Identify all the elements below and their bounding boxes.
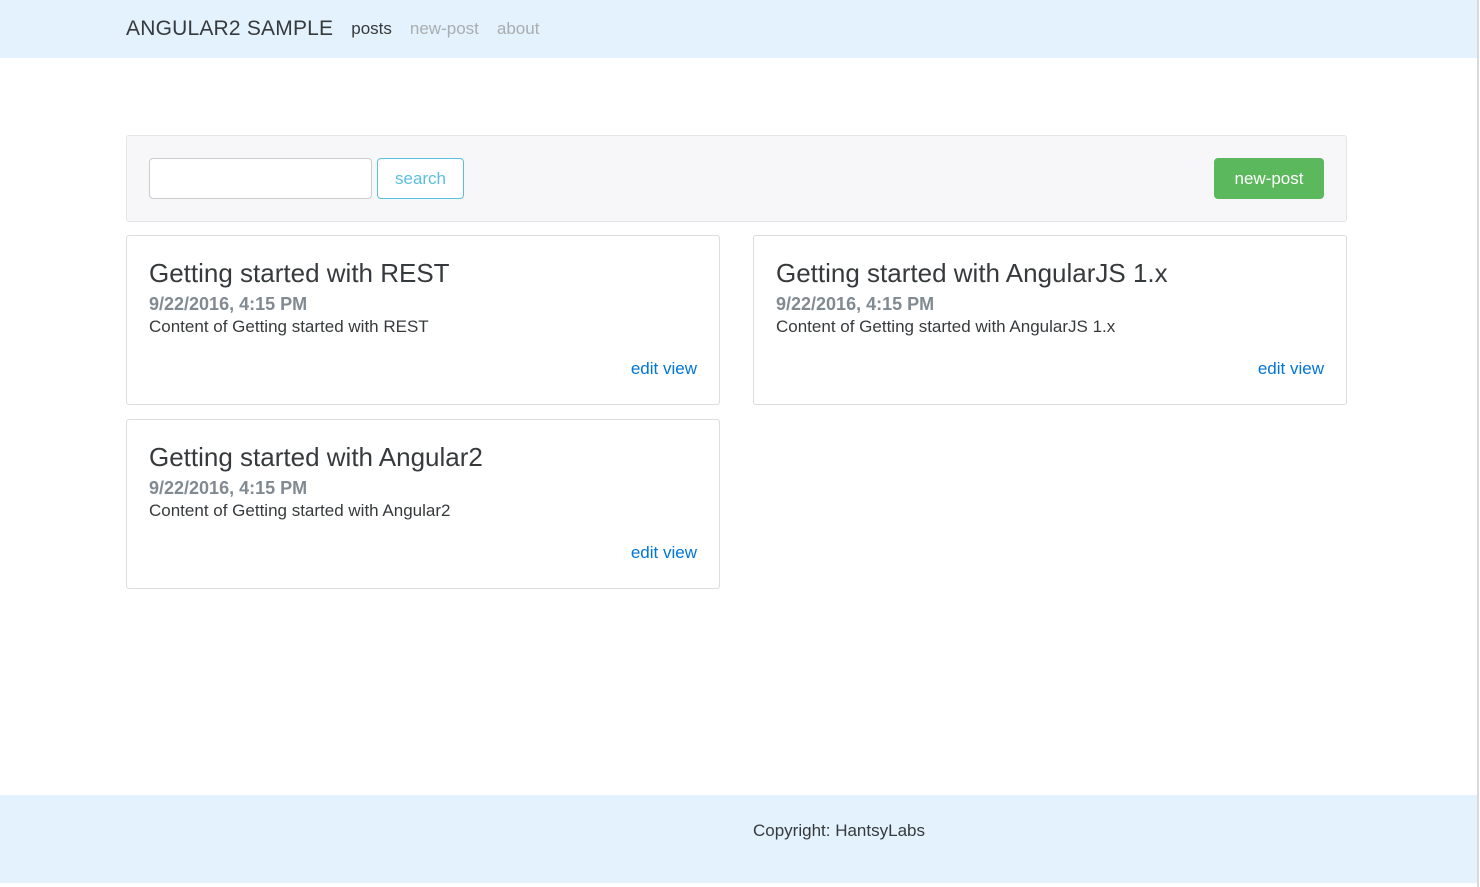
window-edge xyxy=(1477,0,1479,887)
post-date: 9/22/2016, 4:15 PM xyxy=(149,478,308,498)
post-actions: edit view xyxy=(631,543,697,563)
view-link[interactable]: view xyxy=(663,359,697,378)
post-content: Content of Getting started with REST xyxy=(149,317,429,336)
copyright-text: Copyright: HantsyLabs xyxy=(753,821,925,840)
edit-link[interactable]: edit xyxy=(631,359,658,378)
view-link[interactable]: view xyxy=(1290,359,1324,378)
edit-link[interactable]: edit xyxy=(1258,359,1285,378)
search-button[interactable]: search xyxy=(377,158,464,199)
new-post-button[interactable]: new-post xyxy=(1214,158,1324,199)
post-actions: edit view xyxy=(631,359,697,379)
nav-link-about[interactable]: about xyxy=(497,19,540,39)
navbar: ANGULAR2 SAMPLE posts new-post about xyxy=(0,0,1477,58)
brand-link[interactable]: ANGULAR2 SAMPLE xyxy=(126,17,333,41)
post-actions: edit view xyxy=(1258,359,1324,379)
nav-link-posts[interactable]: posts xyxy=(351,19,392,39)
post-content: Content of Getting started with Angular2 xyxy=(149,501,451,520)
post-date: 9/22/2016, 4:15 PM xyxy=(776,294,935,314)
nav-link-new-post[interactable]: new-post xyxy=(410,19,479,39)
post-card: Getting started with Angular2 9/22/2016,… xyxy=(126,419,720,589)
post-card: Getting started with REST 9/22/2016, 4:1… xyxy=(126,235,720,405)
page: ANGULAR2 SAMPLE posts new-post about sea… xyxy=(0,0,1480,887)
post-title: Getting started with Angular2 xyxy=(149,442,483,472)
post-content: Content of Getting started with AngularJ… xyxy=(776,317,1116,336)
view-link[interactable]: view xyxy=(663,543,697,562)
post-card: Getting started with AngularJS 1.x 9/22/… xyxy=(753,235,1347,405)
post-title: Getting started with AngularJS 1.x xyxy=(776,258,1168,288)
search-toolbar: search new-post xyxy=(126,135,1347,222)
edit-link[interactable]: edit xyxy=(631,543,658,562)
post-title: Getting started with REST xyxy=(149,258,450,288)
search-input[interactable] xyxy=(149,158,372,199)
post-date: 9/22/2016, 4:15 PM xyxy=(149,294,308,314)
footer: Copyright: HantsyLabs xyxy=(0,795,1477,883)
